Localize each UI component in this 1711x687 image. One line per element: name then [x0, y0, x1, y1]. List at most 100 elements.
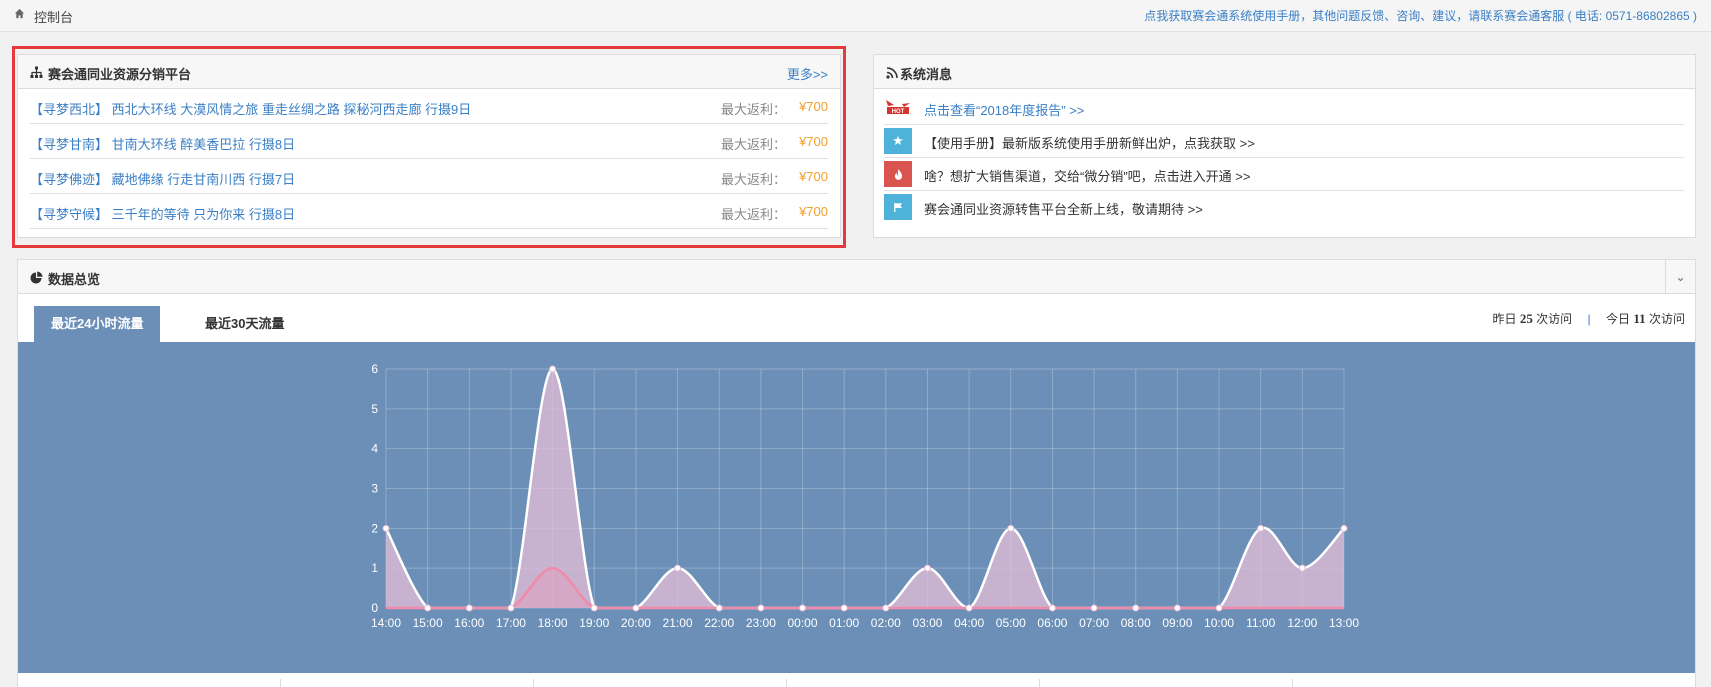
x-tick-label: 18:00 [538, 616, 568, 630]
x-tick-label: 12:00 [1287, 616, 1317, 630]
list-item[interactable]: 赛会通同业资源转售平台全新上线，敬请期待 >> [884, 188, 1684, 224]
list-item[interactable]: 【寻梦佛迹】 藏地佛缘 行走甘南川西 行摄7日 最大返利： ¥700 [30, 159, 828, 194]
x-tick-label: 16:00 [454, 616, 484, 630]
message-text[interactable]: 啥？想扩大销售渠道，交给“微分销”吧，点击进入开通 >> [924, 166, 1250, 185]
message-text[interactable]: 点击查看“2018年度报告” >> [924, 100, 1084, 119]
fire-icon [884, 161, 912, 187]
data-point [799, 604, 807, 612]
data-point [965, 604, 973, 612]
data-point [1340, 524, 1348, 532]
data-point [424, 604, 432, 612]
data-point [757, 604, 765, 612]
max-rebate-value: ¥700 [799, 204, 828, 219]
y-tick-label: 0 [371, 601, 378, 615]
top-bar: 控制台 点我获取赛会通系统使用手册，其他问题反馈、咨询、建议，请联系赛会通客服 … [0, 0, 1711, 32]
data-point [923, 564, 931, 572]
data-point [549, 365, 557, 373]
x-tick-label: 13:00 [1329, 616, 1359, 630]
rss-icon [886, 67, 898, 79]
data-point [1090, 604, 1098, 612]
data-point [1132, 604, 1140, 612]
data-point [1215, 604, 1223, 612]
x-tick-label: 09:00 [1162, 616, 1192, 630]
tab-24-hours[interactable]: 最近24小时流量 [34, 306, 161, 342]
max-rebate-label: 最大返利： [720, 207, 786, 222]
x-tick-label: 03:00 [912, 616, 942, 630]
x-tick-label: 20:00 [621, 616, 651, 630]
home-icon[interactable] [14, 8, 25, 19]
data-point [465, 604, 473, 612]
y-tick-label: 6 [371, 362, 378, 376]
route-title[interactable]: 【寻梦西北】 西北大环线 大漠风情之旅 重走丝绸之路 探秘河西走廊 行摄9日 [30, 99, 471, 118]
data-point [715, 604, 723, 612]
data-point [382, 524, 390, 532]
x-tick-label: 10:00 [1204, 616, 1234, 630]
max-rebate-value: ¥700 [799, 99, 828, 114]
data-point [1173, 604, 1181, 612]
distribution-panel-header: 赛会通同业资源分销平台 更多>> [18, 55, 840, 89]
distribution-panel-title: 赛会通同业资源分销平台 [48, 67, 192, 82]
data-overview-title: 数据总览 [48, 272, 101, 287]
collapse-toggle-button[interactable]: ⌄ [1665, 260, 1695, 294]
data-overview-panel: 数据总览 ⌄ 最近24小时流量 最近30天流量 昨日 25 次访问 | 今日 1… [17, 259, 1696, 687]
more-link[interactable]: 更多>> [787, 64, 828, 83]
today-suffix: 次访问 [1648, 312, 1685, 326]
chevron-down-icon: ⌄ [1675, 270, 1686, 284]
breadcrumb-dashboard[interactable]: 控制台 [34, 7, 73, 26]
data-point [882, 604, 890, 612]
list-item[interactable]: 【寻梦甘南】 甘南大环线 醉美香巴拉 行摄8日 最大返利： ¥700 [30, 124, 828, 159]
yesterday-suffix: 次访问 [1536, 312, 1573, 326]
flag-icon [884, 194, 912, 220]
data-point [840, 604, 848, 612]
yesterday-count: 25 [1519, 311, 1533, 326]
route-title[interactable]: 【寻梦守候】 三千年的等待 只为你来 行摄8日 [30, 204, 295, 223]
max-rebate-label: 最大返利： [720, 102, 786, 117]
tab-30-days[interactable]: 最近30天流量 [188, 306, 301, 342]
x-tick-label: 23:00 [746, 616, 776, 630]
support-notice-link[interactable]: 点我获取赛会通系统使用手册，其他问题反馈、咨询、建议，请联系赛会通客服 ( 电话… [1144, 7, 1697, 24]
x-tick-label: 19:00 [579, 616, 609, 630]
system-messages-header: 系统消息 [874, 55, 1695, 89]
today-prefix: 今日 [1605, 312, 1630, 326]
data-point [507, 604, 515, 612]
x-tick-label: 06:00 [1037, 616, 1067, 630]
y-tick-label: 3 [371, 482, 378, 496]
max-rebate-value: ¥700 [799, 134, 828, 149]
data-point [674, 564, 682, 572]
x-tick-label: 14:00 [371, 616, 401, 630]
data-point [1007, 524, 1015, 532]
message-text[interactable]: 【使用手册】最新版系统使用手册新鲜出炉，点我获取 >> [924, 133, 1255, 152]
max-rebate-value: ¥700 [799, 169, 828, 184]
x-tick-label: 07:00 [1079, 616, 1109, 630]
visit-stats: 昨日 25 次访问 | 今日 11 次访问 [1492, 310, 1685, 327]
list-item[interactable]: 【寻梦守候】 三千年的等待 只为你来 行摄8日 最大返利： ¥700 [30, 194, 828, 229]
data-point [1048, 604, 1056, 612]
data-point [1257, 524, 1265, 532]
x-tick-label: 02:00 [871, 616, 901, 630]
list-item[interactable]: ★ 【使用手册】最新版系统使用手册新鲜出炉，点我获取 >> [884, 122, 1684, 158]
system-messages-panel: 系统消息 HOT 点击查看“2018年度报告” >> ★ 【使用手册】最新版系统… [873, 54, 1696, 238]
traffic-chart-area: 0 1 2 3 4 5 6 14:00 15:00 16:00 17:00 18:00 19:00 20:… [18, 342, 1695, 673]
sitemap-icon [30, 66, 43, 78]
list-item[interactable]: HOT 点击查看“2018年度报告” >> [884, 89, 1684, 125]
message-text[interactable]: 赛会通同业资源转售平台全新上线，敬请期待 >> [924, 199, 1203, 218]
route-title[interactable]: 【寻梦佛迹】 藏地佛缘 行走甘南川西 行摄7日 [30, 169, 295, 188]
x-tick-label: 22:00 [704, 616, 734, 630]
y-tick-label: 4 [371, 442, 378, 456]
traffic-chart: 0 1 2 3 4 5 6 14:00 15:00 16:00 17:00 18:00 19:00 20:… [371, 362, 1359, 630]
y-tick-label: 5 [371, 402, 378, 416]
pie-chart-icon [30, 271, 43, 284]
x-tick-label: 00:00 [788, 616, 818, 630]
y-tick-label: 1 [371, 561, 378, 575]
system-messages-title: 系统消息 [900, 67, 953, 82]
route-title[interactable]: 【寻梦甘南】 甘南大环线 醉美香巴拉 行摄8日 [30, 134, 295, 153]
data-point [632, 604, 640, 612]
x-tick-label: 21:00 [663, 616, 693, 630]
x-tick-label: 08:00 [1121, 616, 1151, 630]
x-tick-label: 11:00 [1246, 616, 1275, 630]
x-tick-label: 05:00 [996, 616, 1026, 630]
list-item[interactable]: 啥？想扩大销售渠道，交给“微分销”吧，点击进入开通 >> [884, 155, 1684, 191]
list-item[interactable]: 【寻梦西北】 西北大环线 大漠风情之旅 重走丝绸之路 探秘河西走廊 行摄9日 最… [30, 89, 828, 124]
max-rebate-label: 最大返利： [720, 137, 786, 152]
stats-separator: | [1587, 312, 1591, 326]
